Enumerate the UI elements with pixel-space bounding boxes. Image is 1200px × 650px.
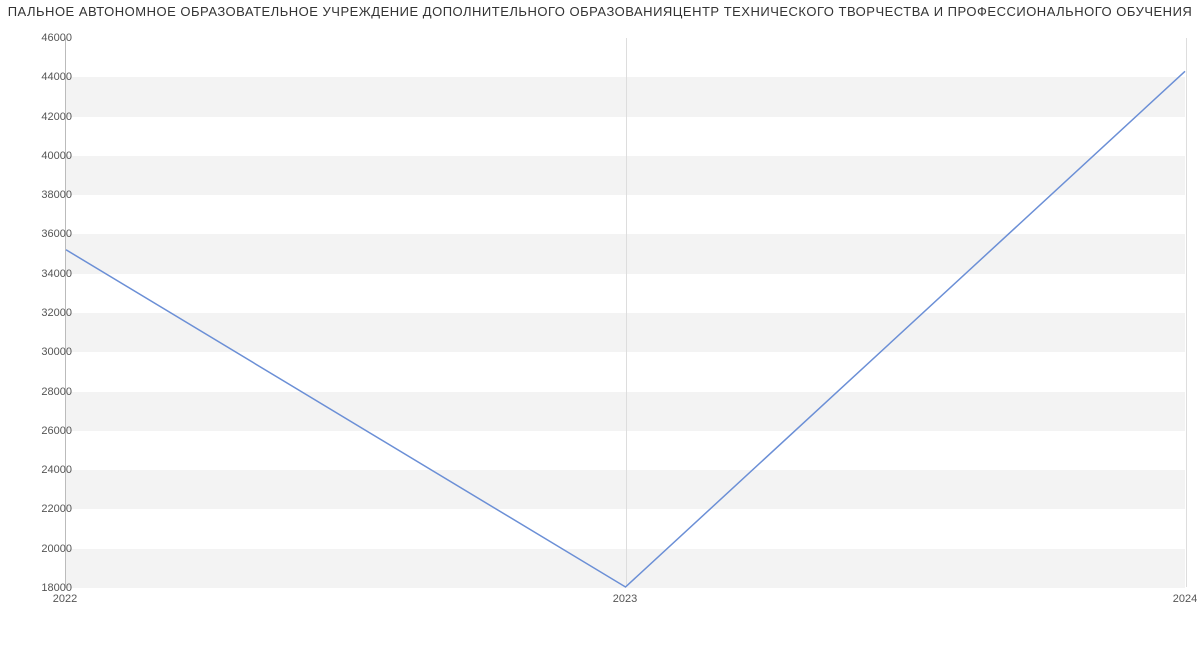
y-tick-label: 32000 — [17, 307, 72, 319]
y-tick-label: 42000 — [17, 111, 72, 123]
plot-area — [65, 38, 1185, 588]
chart-title: ПАЛЬНОЕ АВТОНОМНОЕ ОБРАЗОВАТЕЛЬНОЕ УЧРЕЖ… — [0, 4, 1200, 19]
x-tick-label: 2023 — [613, 593, 637, 605]
y-tick-label: 38000 — [17, 189, 72, 201]
y-tick-label: 24000 — [17, 464, 72, 476]
x-gridline — [1186, 38, 1187, 587]
chart-area: 1800020000220002400026000280003000032000… — [0, 28, 1200, 618]
line-series — [66, 38, 1185, 587]
y-tick-label: 34000 — [17, 268, 72, 280]
y-tick-label: 28000 — [17, 386, 72, 398]
y-tick-label: 40000 — [17, 150, 72, 162]
x-tick-label: 2024 — [1173, 593, 1197, 605]
y-tick-label: 36000 — [17, 228, 72, 240]
y-tick-label: 30000 — [17, 346, 72, 358]
y-tick-label: 20000 — [17, 543, 72, 555]
y-tick-label: 22000 — [17, 503, 72, 515]
y-tick-label: 26000 — [17, 425, 72, 437]
y-tick-label: 46000 — [17, 32, 72, 44]
y-tick-label: 44000 — [17, 71, 72, 83]
x-tick-label: 2022 — [53, 593, 77, 605]
